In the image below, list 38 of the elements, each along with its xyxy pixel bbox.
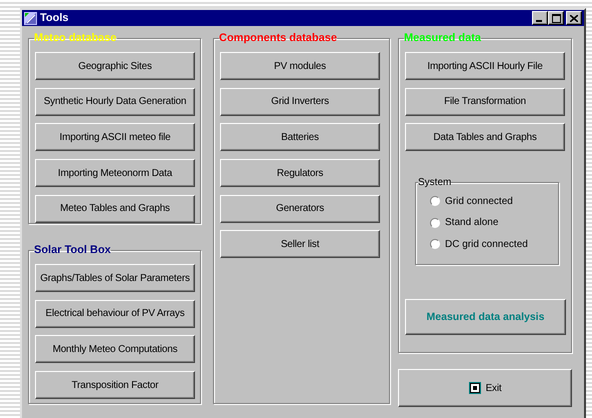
- tool-button[interactable]: Importing ASCII Hourly File: [405, 52, 565, 80]
- tool-button[interactable]: Regulators: [220, 159, 380, 188]
- tool-button[interactable]: Meteo Tables and Graphs: [35, 194, 195, 223]
- window-title: Tools: [40, 12, 70, 24]
- tool-button[interactable]: Electrical behaviour of PV Arrays: [35, 300, 195, 328]
- close-button[interactable]: [566, 11, 582, 25]
- tool-button[interactable]: Monthly Meteo Computations: [35, 335, 195, 364]
- exit-button[interactable]: Exit: [398, 369, 572, 407]
- tool-button[interactable]: Graphs/Tables of Solar Parameters: [35, 264, 195, 292]
- tool-button[interactable]: PV modules: [220, 52, 380, 80]
- minimize-button[interactable]: [532, 11, 548, 25]
- group-title: Solar Tool Box: [34, 244, 111, 256]
- radio-label: Stand alone: [445, 217, 498, 228]
- tool-button[interactable]: Importing Meteonorm Data: [35, 159, 195, 188]
- tool-button[interactable]: Transposition Factor: [35, 371, 195, 400]
- radio-button[interactable]: [430, 239, 440, 250]
- tool-button[interactable]: File Transformation: [405, 88, 565, 116]
- group-title: Meteo database: [34, 32, 117, 44]
- exit-icon: [468, 382, 481, 394]
- tool-button[interactable]: Importing ASCII meteo file: [35, 123, 195, 152]
- system-title: System: [418, 177, 452, 188]
- close-icon: [570, 14, 578, 22]
- tool-button[interactable]: Batteries: [220, 123, 380, 152]
- radio-button[interactable]: [430, 196, 440, 206]
- maximize-icon: [552, 14, 560, 22]
- tool-button[interactable]: Geographic Sites: [35, 52, 195, 80]
- tool-button[interactable]: Synthetic Hourly Data Generation: [35, 88, 195, 116]
- group-title: Components database: [219, 32, 337, 44]
- tool-button[interactable]: Data Tables and Graphs: [405, 123, 565, 152]
- maximize-button[interactable]: [548, 11, 564, 25]
- app-icon: [24, 12, 37, 24]
- radio-label: Grid connected: [445, 196, 513, 207]
- group-title: Measured data: [404, 32, 482, 44]
- radio-button[interactable]: [430, 218, 440, 228]
- tool-button[interactable]: Seller list: [220, 230, 380, 258]
- tool-button[interactable]: Generators: [220, 194, 380, 223]
- tool-button[interactable]: Grid Inverters: [220, 88, 380, 116]
- radio-label: DC grid connected: [445, 238, 528, 250]
